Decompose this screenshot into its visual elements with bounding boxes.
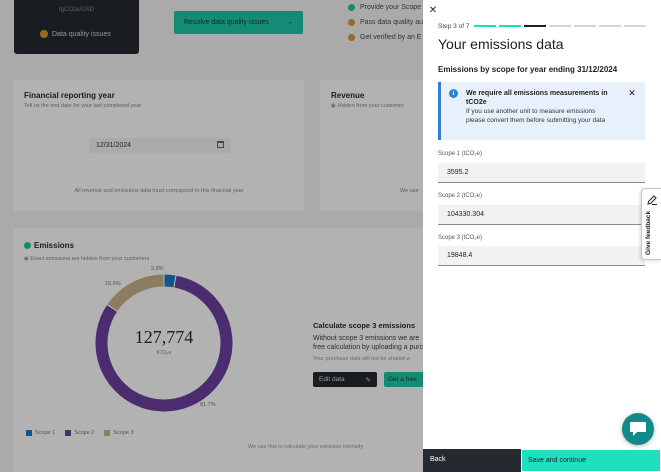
step-indicator: Step 3 of 7 — [438, 23, 470, 30]
scope1-input[interactable] — [438, 163, 645, 183]
notice-heading: We require all emissions measurements in… — [466, 90, 608, 106]
close-icon: ✕ — [428, 5, 438, 16]
notice-body: If you use another unit to measure emiss… — [466, 108, 606, 124]
scope3-label: Scope 3 (tCO₂e) — [438, 235, 483, 241]
scope2-input[interactable] — [438, 205, 645, 225]
modal-backdrop[interactable] — [0, 0, 423, 472]
page-title: Your emissions data — [438, 36, 564, 52]
pen-icon — [647, 195, 657, 205]
drawer-footer: Back Save and continue — [423, 449, 661, 472]
progress-segment — [549, 25, 571, 27]
info-icon: i — [449, 89, 458, 98]
scope3-input[interactable] — [438, 246, 645, 266]
back-button[interactable]: Back — [423, 449, 521, 472]
dismiss-notice-button[interactable]: ✕ — [627, 88, 637, 98]
progress-segment — [499, 25, 521, 27]
scope2-label: Scope 2 (tCO₂e) — [438, 193, 483, 199]
progress-segment — [599, 25, 621, 27]
save-and-continue-button[interactable]: Save and continue — [521, 449, 661, 472]
progress-segment — [624, 25, 646, 27]
step-progress-bar — [474, 25, 646, 27]
give-feedback-label: Give feedback — [645, 210, 652, 255]
emissions-drawer: ✕ Step 3 of 7 Your emissions data Emissi… — [423, 0, 661, 472]
scope1-label: Scope 1 (tCO₂e) — [438, 151, 483, 157]
progress-segment — [474, 25, 496, 27]
chat-support-button[interactable] — [622, 413, 654, 445]
close-icon: ✕ — [628, 88, 636, 98]
progress-segment — [524, 25, 546, 27]
section-title: Emissions by scope for year ending 31/12… — [438, 65, 618, 74]
give-feedback-tab[interactable]: Give feedback — [641, 188, 661, 260]
unit-notice-banner: i We require all emissions measurements … — [438, 82, 645, 140]
progress-segment — [574, 25, 596, 27]
close-drawer-button[interactable]: ✕ — [427, 5, 439, 17]
chat-bubble-icon — [630, 422, 646, 436]
